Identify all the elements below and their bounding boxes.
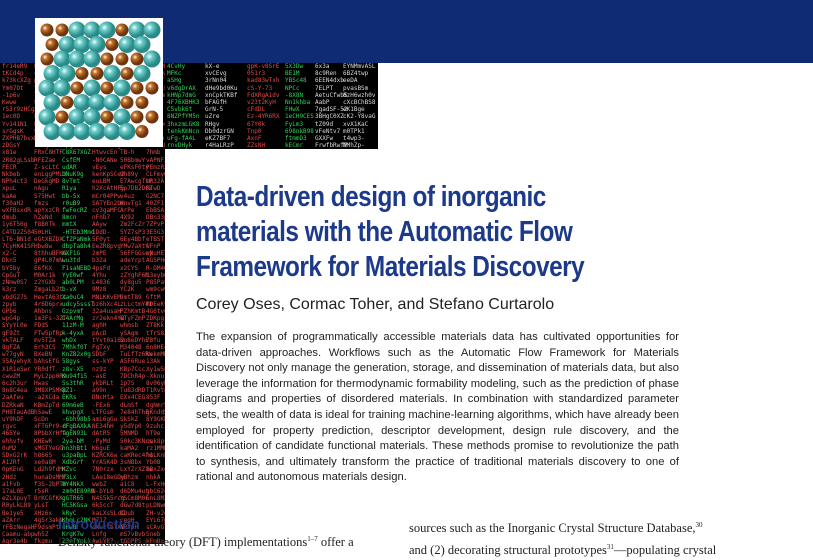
article-authors: Corey Oses, Cormac Toher, and Stefano Cu… [196, 296, 555, 313]
section-heading-introduction: Introduction [58, 516, 140, 532]
body-text-left-column: Density functional theory (DFT) implemen… [58, 535, 354, 550]
data-stream-graphic-top: 4CvHy MFKc aSHg v6dgDrAX kHNp7dmG 4F76XB… [165, 63, 378, 149]
article-title: Data-driven design of inorganic material… [196, 181, 585, 283]
crystal-structure-icon [37, 20, 161, 145]
article-abstract: The expansion of programmatically access… [196, 331, 679, 484]
body-text-right-column: sources such as the Inorganic Crystal St… [409, 521, 717, 558]
